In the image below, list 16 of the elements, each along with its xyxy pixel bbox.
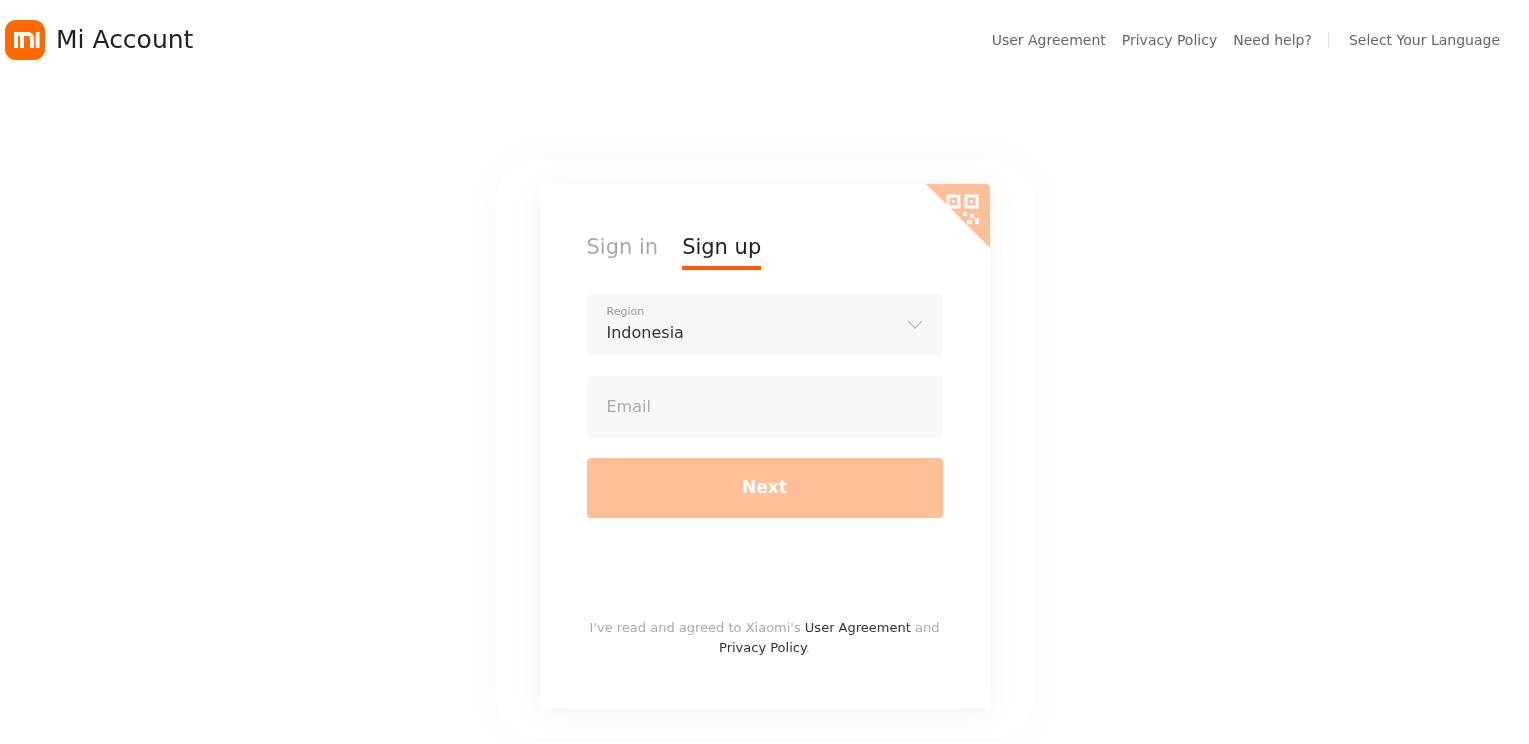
region-select[interactable]: Region Indonesia bbox=[586, 293, 943, 356]
header-link[interactable]: User Agreement bbox=[991, 29, 1106, 51]
tab[interactable]: Sign up bbox=[682, 232, 762, 270]
region-label: Region bbox=[606, 304, 646, 321]
agreement-link[interactable]: User Agreement bbox=[804, 619, 911, 635]
region-value: Indonesia bbox=[606, 321, 684, 344]
chevron-down-icon bbox=[906, 320, 923, 329]
site-title: Mi Account bbox=[56, 24, 194, 57]
logo-icon bbox=[5, 20, 45, 60]
header-link[interactable]: Privacy Policy bbox=[1121, 29, 1218, 51]
language-link[interactable]: Select Your Language bbox=[1348, 29, 1500, 51]
agreement-text: I've read and agreed to Xiaomi's User Agreement and Privacy Policy. bbox=[588, 618, 941, 657]
agreement-link[interactable]: Privacy Policy bbox=[719, 639, 806, 655]
qr-code-icon[interactable] bbox=[925, 184, 990, 248]
header-link[interactable]: Need help? bbox=[1233, 29, 1312, 51]
email-field[interactable]: Email bbox=[586, 375, 943, 438]
